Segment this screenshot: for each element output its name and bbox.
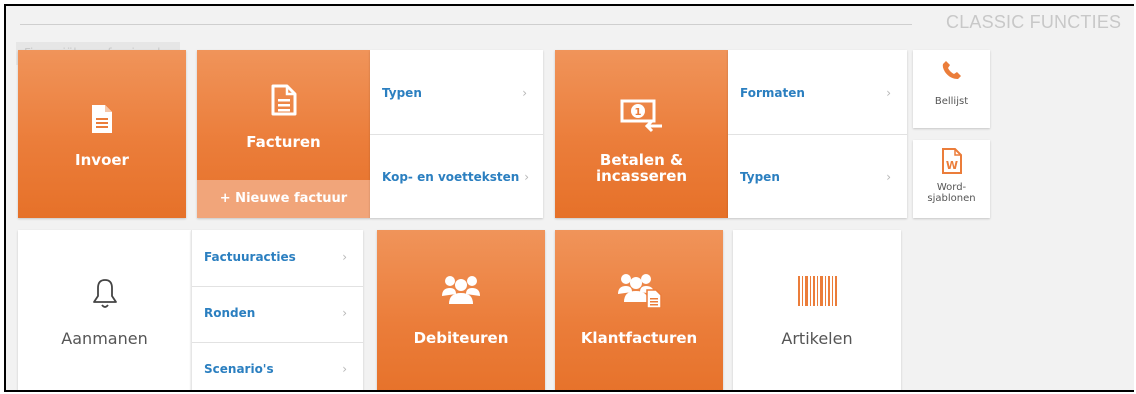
word-label-2: sjablonen <box>927 193 976 204</box>
section-divider <box>20 24 912 25</box>
betalen-menu: Formaten › Typen › <box>728 50 907 218</box>
users-icon <box>377 274 545 304</box>
new-invoice-button[interactable]: + Nieuwe factuur <box>197 180 370 218</box>
word-label-1: Word- <box>936 182 967 193</box>
word-document-icon: W <box>913 148 990 174</box>
menu-item-label: Typen <box>740 170 780 184</box>
menu-item-typen[interactable]: Typen › <box>370 86 543 100</box>
tile-betalen-incasseren[interactable]: 1 Betalen & incasseren <box>555 50 728 218</box>
barcode-icon <box>733 276 901 306</box>
menu-item-formaten[interactable]: Formaten › <box>728 86 907 100</box>
menu-item-kop-voetteksten[interactable]: Kop- en voetteksten › <box>370 170 543 184</box>
invoice-icon <box>197 84 370 116</box>
menu-item-scenarios[interactable]: Scenario's › <box>192 362 363 376</box>
tile-klantfacturen[interactable]: Klantfacturen <box>555 230 723 390</box>
menu-item-factuuracties[interactable]: Factuuracties › <box>192 250 363 264</box>
tile-invoer-label: Invoer <box>75 151 129 169</box>
tile-invoer[interactable]: Invoer <box>18 50 186 218</box>
svg-text:W: W <box>945 159 957 172</box>
facturen-menu: Typen › Kop- en voetteksten › <box>370 50 543 218</box>
menu-divider <box>370 134 543 135</box>
menu-item-label: Typen <box>382 86 422 100</box>
tile-klantfacturen-label: Klantfacturen <box>580 329 698 347</box>
chevron-right-icon: › <box>524 170 529 184</box>
tile-facturen[interactable]: Facturen + Nieuwe factuur <box>197 50 370 218</box>
svg-text:1: 1 <box>634 107 641 118</box>
phone-icon <box>913 60 990 80</box>
chevron-right-icon: › <box>886 170 891 184</box>
menu-divider <box>192 286 363 287</box>
menu-item-typen-betalen[interactable]: Typen › <box>728 170 907 184</box>
tile-artikelen-label: Artikelen <box>781 329 853 348</box>
tile-facturen-label: Facturen <box>246 133 321 151</box>
menu-item-ronden[interactable]: Ronden › <box>192 306 363 320</box>
tile-aanmanen-label: Aanmanen <box>61 329 148 348</box>
document-icon <box>18 104 186 134</box>
payment-icon: 1 <box>555 98 728 134</box>
chevron-right-icon: › <box>342 362 347 376</box>
bellijst-label: Bellijst <box>934 96 969 107</box>
tile-debiteuren-label: Debiteuren <box>413 329 509 347</box>
tile-word-sjablonen[interactable]: W Word- sjablonen <box>913 140 990 218</box>
tile-artikelen[interactable]: Artikelen <box>733 230 901 390</box>
aanmanen-menu: Factuuracties › Ronden › Scenario's › <box>191 230 363 390</box>
menu-item-label: Scenario's <box>204 362 274 376</box>
tile-bellijst[interactable]: Bellijst <box>913 50 990 128</box>
chevron-right-icon: › <box>342 306 347 320</box>
chevron-right-icon: › <box>522 86 527 100</box>
menu-divider <box>728 134 907 135</box>
bell-icon <box>18 278 191 310</box>
users-document-icon <box>555 272 723 308</box>
dashboard-panel: CLASSIC FUNCTIES Financiële professional… <box>4 4 1134 392</box>
menu-item-label: Factuuracties <box>204 250 296 264</box>
chevron-right-icon: › <box>886 86 891 100</box>
menu-item-label: Kop- en voetteksten <box>382 170 520 184</box>
menu-item-label: Formaten <box>740 86 805 100</box>
menu-item-label: Ronden <box>204 306 256 320</box>
chevron-right-icon: › <box>342 250 347 264</box>
tile-aanmanen[interactable]: Aanmanen <box>18 230 191 390</box>
menu-divider <box>192 342 363 343</box>
classic-functions-title: CLASSIC FUNCTIES <box>946 12 1122 32</box>
tile-debiteuren[interactable]: Debiteuren <box>377 230 545 390</box>
tile-betalen-label-2: incasseren <box>595 167 688 185</box>
